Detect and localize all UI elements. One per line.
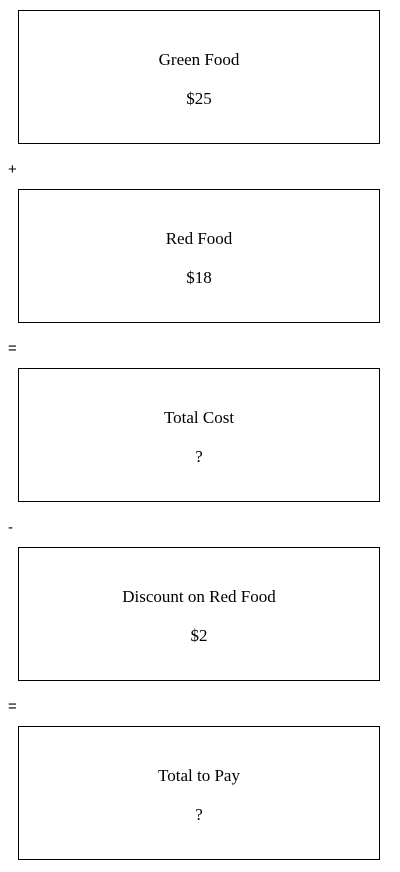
box-value: $2 — [190, 626, 208, 645]
equals-operator: = — [8, 698, 17, 715]
equals-operator: = — [8, 340, 17, 357]
minus-operator: - — [8, 519, 13, 536]
box-label: Discount on Red Food — [122, 587, 276, 606]
box-label: Red Food — [165, 229, 233, 248]
box-value: ? — [195, 805, 203, 824]
total-to-pay-box: Total to Pay ? — [18, 726, 380, 860]
box-label: Green Food — [158, 50, 240, 69]
plus-operator: + — [8, 161, 17, 178]
green-food-box: Green Food $25 — [18, 10, 380, 144]
total-cost-box: Total Cost ? — [18, 368, 380, 502]
box-label: Total Cost — [163, 408, 235, 427]
box-value: $25 — [186, 89, 212, 108]
box-value: ? — [195, 447, 203, 466]
discount-box: Discount on Red Food $2 — [18, 547, 380, 681]
box-label: Total to Pay — [158, 766, 240, 785]
box-value: $18 — [186, 268, 212, 287]
red-food-box: Red Food $18 — [18, 189, 380, 323]
